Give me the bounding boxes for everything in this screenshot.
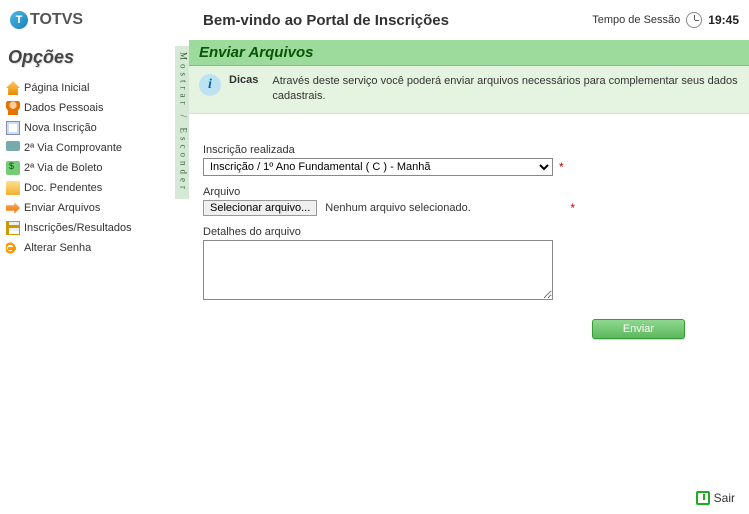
header: T TOTVS Bem-vindo ao Portal de Inscriçõe… [0, 0, 749, 40]
folder-icon [6, 181, 20, 195]
clock-icon [686, 12, 702, 28]
submit-button[interactable]: Enviar [592, 319, 685, 339]
tip-box: i Dicas Através deste serviço você poder… [189, 66, 749, 114]
sidebar-item-change-password[interactable]: Alterar Senha [4, 238, 175, 258]
sidebar-item-personal-data[interactable]: Dados Pessoais [4, 98, 175, 118]
sidebar: Opções Página Inicial Dados Pessoais Nov… [0, 40, 175, 485]
sidebar-item-boleto-copy[interactable]: 2ª Via de Boleto [4, 158, 175, 178]
tip-text: Através deste serviço você poderá enviar… [272, 74, 739, 105]
required-marker: * [559, 160, 564, 174]
arquivo-label: Arquivo [203, 186, 735, 198]
sidebar-item-label: Doc. Pendentes [24, 182, 102, 194]
detalhes-label: Detalhes do arquivo [203, 226, 735, 238]
arrow-right-icon [6, 201, 20, 215]
user-icon [6, 101, 20, 115]
file-status-text: Nenhum arquivo selecionado. [325, 202, 471, 214]
sidebar-item-label: Dados Pessoais [24, 102, 104, 114]
key-icon [6, 241, 20, 255]
content-panel: Enviar Arquivos i Dicas Através deste se… [189, 40, 749, 485]
sidebar-item-new-enrollment[interactable]: Nova Inscrição [4, 118, 175, 138]
exit-label: Sair [714, 491, 735, 505]
money-icon [6, 161, 20, 175]
inscricao-label: Inscrição realizada [203, 144, 735, 156]
sidebar-item-label: Inscrições/Resultados [24, 222, 132, 234]
tip-label: Dicas [229, 74, 258, 86]
logo-icon: T [10, 11, 28, 29]
detalhes-textarea[interactable] [203, 240, 553, 300]
exit-link[interactable]: Sair [696, 491, 735, 505]
sidebar-item-results[interactable]: Inscrições/Resultados [4, 218, 175, 238]
list-icon [6, 221, 20, 235]
file-select-button[interactable]: Selecionar arquivo... [203, 200, 317, 216]
logo-text: TOTVS [30, 11, 83, 29]
panel-title: Enviar Arquivos [189, 40, 749, 66]
logo: T TOTVS [10, 11, 83, 29]
sidebar-item-label: 2ª Via de Boleto [24, 162, 102, 174]
sidebar-item-label: Enviar Arquivos [24, 202, 100, 214]
sidebar-item-upload-files[interactable]: Enviar Arquivos [4, 198, 175, 218]
sidebar-item-pending-docs[interactable]: Doc. Pendentes [4, 178, 175, 198]
sidebar-item-home[interactable]: Página Inicial [4, 78, 175, 98]
page-title: Bem-vindo ao Portal de Inscrições [83, 12, 592, 29]
home-icon [6, 81, 20, 95]
document-icon [6, 121, 20, 135]
info-icon: i [199, 74, 221, 96]
sidebar-item-label: Alterar Senha [24, 242, 91, 254]
session-time: 19:45 [708, 13, 739, 27]
sidebar-item-label: 2ª Via Comprovante [24, 142, 122, 154]
footer: Sair [0, 485, 749, 514]
session-label: Tempo de Sessão [592, 14, 680, 26]
power-icon [696, 491, 710, 505]
sidebar-item-label: Página Inicial [24, 82, 89, 94]
printer-icon [6, 141, 20, 155]
session-info: Tempo de Sessão 19:45 [592, 12, 739, 28]
sidebar-toggle[interactable]: Mostrar / Esconder [175, 46, 189, 199]
sidebar-item-receipt-copy[interactable]: 2ª Via Comprovante [4, 138, 175, 158]
inscricao-select[interactable]: Inscrição / 1º Ano Fundamental ( C ) - M… [203, 158, 553, 176]
upload-form: Inscrição realizada Inscrição / 1º Ano F… [189, 114, 749, 349]
required-marker: * [570, 201, 575, 215]
sidebar-item-label: Nova Inscrição [24, 122, 97, 134]
sidebar-title: Opções [4, 45, 175, 78]
